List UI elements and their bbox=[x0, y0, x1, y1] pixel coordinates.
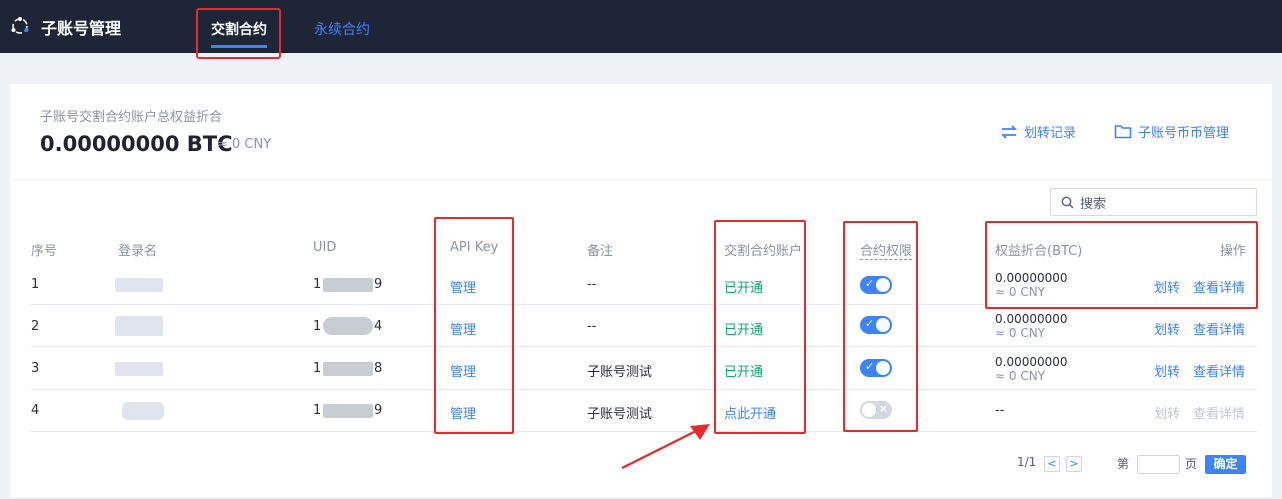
row1-remark: -- bbox=[587, 277, 597, 292]
row2-detail-link[interactable]: 查看详情 bbox=[1193, 319, 1245, 338]
annotation-box-row1 bbox=[985, 221, 1258, 309]
row-divider bbox=[30, 346, 1257, 347]
row3-detail-link[interactable]: 查看详情 bbox=[1193, 361, 1245, 380]
row2-login-redacted bbox=[115, 316, 163, 336]
row3-seq: 3 bbox=[31, 361, 40, 376]
row2-equity-btc: 0.00000000 bbox=[995, 312, 1068, 326]
row4-equity: -- bbox=[995, 403, 1005, 418]
total-equity-value: 0.00000000 BTC bbox=[40, 132, 233, 156]
page-number-input[interactable] bbox=[1137, 455, 1180, 474]
col-header-remark: 备注 bbox=[587, 244, 614, 259]
total-equity-cny: ≈ 0 CNY bbox=[217, 137, 272, 152]
row3-remark: 子账号测试 bbox=[587, 365, 653, 380]
row2-uid-prefix: 1 bbox=[313, 319, 322, 334]
row2-seq: 2 bbox=[31, 319, 40, 334]
col-header-seq: 序号 bbox=[31, 244, 58, 259]
folder-icon bbox=[1114, 125, 1132, 139]
row4-login-redacted bbox=[122, 402, 164, 420]
col-header-login: 登录名 bbox=[118, 244, 158, 259]
row4-seq: 4 bbox=[31, 403, 40, 418]
transfer-records-link[interactable]: 划转记录 bbox=[1000, 122, 1076, 141]
top-nav-bar: 子账号管理 交割合约 永续合约 bbox=[0, 0, 1282, 53]
search-placeholder: 搜索 bbox=[1080, 196, 1107, 212]
page-label: 第 bbox=[1117, 457, 1130, 471]
row3-uid-mask bbox=[323, 362, 373, 376]
summary-panel: 子账号交割合约账户总权益折合 0.00000000 BTC ≈ 0 CNY 划转… bbox=[10, 84, 1272, 179]
confirm-page-button[interactable]: 确定 bbox=[1205, 455, 1246, 474]
transfer-icon bbox=[1000, 124, 1018, 139]
prev-page-button[interactable]: < bbox=[1044, 456, 1060, 472]
annotation-box-tab bbox=[196, 8, 281, 59]
annotation-box-permission bbox=[843, 221, 918, 432]
row2-uid-mask bbox=[323, 317, 373, 335]
page-info: 1/1 bbox=[1017, 455, 1037, 469]
search-icon bbox=[1061, 196, 1074, 208]
next-page-button[interactable]: > bbox=[1066, 456, 1082, 472]
row4-uid-suffix: 9 bbox=[374, 403, 383, 418]
search-input[interactable]: 搜索 bbox=[1050, 188, 1257, 216]
brand-title: 子账号管理 bbox=[41, 19, 122, 38]
row2-uid-suffix: 4 bbox=[374, 319, 383, 334]
row2-remark: -- bbox=[587, 319, 597, 334]
total-equity-label: 子账号交割合约账户总权益折合 bbox=[40, 110, 223, 125]
sub-account-spot-manage-link[interactable]: 子账号币币管理 bbox=[1114, 122, 1229, 141]
row2-equity: 0.00000000 ≈ 0 CNY bbox=[995, 312, 1068, 340]
row1-login-redacted bbox=[115, 278, 163, 292]
row1-uid-suffix: 9 bbox=[374, 277, 383, 292]
row4-uid-mask bbox=[323, 404, 373, 418]
row3-uid-suffix: 8 bbox=[374, 361, 383, 376]
col-header-uid: UID bbox=[313, 240, 337, 255]
row4-detail-link[interactable]: 查看详情 bbox=[1193, 403, 1245, 422]
transfer-records-label: 划转记录 bbox=[1024, 126, 1077, 141]
row1-seq: 1 bbox=[31, 277, 40, 292]
row3-equity-btc: 0.00000000 bbox=[995, 355, 1068, 369]
tab-perpetual-contract[interactable]: 永续合约 bbox=[314, 19, 370, 39]
sub-account-spot-manage-label: 子账号币币管理 bbox=[1138, 126, 1230, 141]
annotation-box-account bbox=[714, 220, 806, 434]
row2-transfer-link[interactable]: 划转 bbox=[1154, 319, 1180, 338]
row3-equity: 0.00000000 ≈ 0 CNY bbox=[995, 355, 1068, 383]
row3-transfer-link[interactable]: 划转 bbox=[1154, 361, 1180, 380]
logo-icon bbox=[11, 17, 29, 34]
annotation-arrow-icon bbox=[621, 424, 710, 469]
row4-uid-prefix: 1 bbox=[313, 403, 322, 418]
row-divider bbox=[30, 389, 1257, 390]
annotation-box-apikey bbox=[434, 217, 514, 434]
page-unit: 页 bbox=[1185, 457, 1198, 471]
row4-transfer-link[interactable]: 划转 bbox=[1154, 403, 1180, 422]
row3-uid-prefix: 1 bbox=[313, 361, 322, 376]
row3-login-redacted bbox=[115, 362, 163, 376]
row1-uid-prefix: 1 bbox=[313, 277, 322, 292]
row3-equity-cny: ≈ 0 CNY bbox=[995, 369, 1046, 383]
row2-equity-cny: ≈ 0 CNY bbox=[995, 326, 1046, 340]
row1-uid-mask bbox=[323, 278, 373, 292]
